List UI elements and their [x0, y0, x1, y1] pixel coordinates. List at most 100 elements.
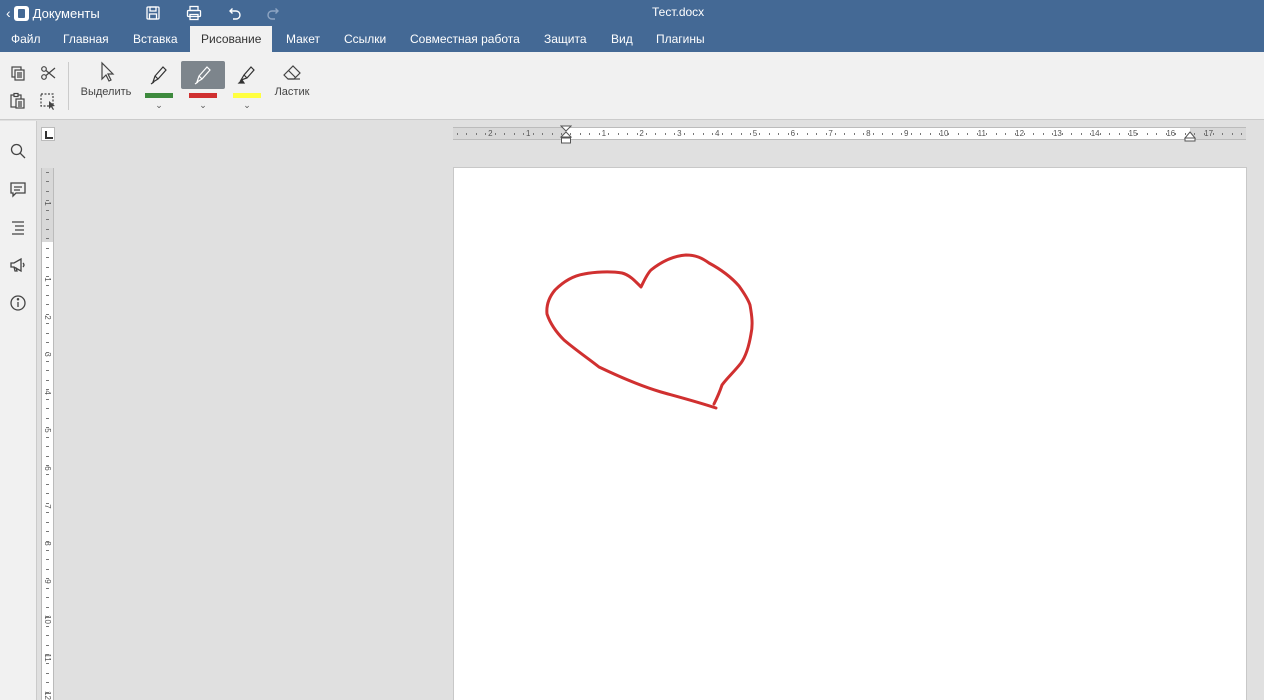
pen-green-button[interactable] [137, 61, 181, 89]
pen-red-button[interactable] [181, 61, 225, 89]
tab-draw[interactable]: Рисование [190, 26, 273, 52]
navigation-icon[interactable] [8, 217, 28, 237]
tab-insert[interactable]: Вставка [122, 26, 189, 52]
select-label: Выделить [80, 86, 132, 98]
ruler-tick [46, 247, 49, 249]
ruler-tick [46, 238, 49, 240]
ruler-tick [46, 370, 49, 372]
ruler-tick [46, 521, 49, 523]
heart-drawing[interactable] [545, 253, 754, 410]
paste-icon[interactable] [8, 91, 28, 111]
ruler-tick [46, 531, 49, 533]
ruler-tick [46, 332, 49, 334]
ruler-tick [46, 379, 49, 381]
ruler-tick [844, 133, 846, 135]
ruler-tick [749, 133, 751, 135]
ruler-tick [768, 133, 770, 135]
pen-green-color-swatch [145, 93, 173, 98]
ruler-tick [1080, 133, 1082, 135]
ruler-tick [46, 389, 49, 391]
tab-file[interactable]: Файл [0, 26, 52, 52]
tab-references[interactable]: Ссылки [333, 26, 397, 52]
ruler-tick [46, 285, 49, 287]
ruler-tick [46, 568, 49, 570]
ruler-tick [835, 133, 836, 135]
drawing-canvas[interactable] [454, 168, 1248, 700]
ruler-tick [46, 228, 49, 230]
comments-icon[interactable] [8, 179, 28, 199]
tab-layout[interactable]: Макет [275, 26, 331, 52]
ruler-tick [46, 294, 49, 296]
ruler-tick [806, 133, 808, 135]
indent-marker-icon[interactable] [560, 125, 572, 145]
ruler-tick [46, 597, 49, 599]
ruler-tick [46, 682, 49, 684]
chevron-down-icon[interactable]: ⌄ [242, 100, 252, 111]
tab-home[interactable]: Главная [52, 26, 120, 52]
announcement-icon[interactable] [8, 255, 28, 275]
ruler-tick [46, 427, 49, 429]
ruler-margin-right [1190, 128, 1246, 139]
eraser-icon [280, 60, 304, 84]
highlighter-yellow-button[interactable] [225, 61, 269, 89]
draw-toolbar: Выделить ⌄ ⌄ ⌄ Ластик [0, 52, 1264, 120]
ruler-tick [46, 455, 49, 457]
ruler-tick [551, 133, 553, 135]
horizontal-ruler[interactable]: 2 1 1 2 3 4 5 6 7 8 9 10 11 12 13 14 15 16 17 [453, 125, 1246, 144]
ruler-tick [542, 133, 544, 135]
pointer-icon [94, 60, 118, 84]
ruler-tick [1071, 133, 1073, 135]
ruler-tick [608, 133, 610, 135]
vertical-ruler[interactable]: 1 1 2 3 4 5 6 7 8 9 10 11 12 [41, 168, 54, 700]
chevron-down-icon[interactable]: ⌄ [198, 100, 208, 111]
ruler-tick [1099, 133, 1101, 135]
ruler-tick [46, 672, 49, 674]
pen-icon [191, 63, 215, 87]
tab-view[interactable]: Вид [600, 26, 644, 52]
tab-protection[interactable]: Защита [533, 26, 598, 52]
ruler-tick [1118, 133, 1120, 135]
ruler-tick [797, 133, 799, 135]
ruler-tick [46, 493, 49, 495]
ruler-tick [46, 323, 49, 325]
ruler-tick [46, 275, 49, 277]
ruler-tick [532, 133, 534, 135]
ruler-tick [46, 361, 49, 362]
ruler-tick [46, 209, 49, 211]
tab-stop-selector[interactable] [41, 127, 55, 141]
pen-icon [147, 63, 171, 87]
copy-icon[interactable] [8, 63, 28, 83]
ruler-tick [485, 133, 487, 135]
ruler-tick [1137, 133, 1139, 135]
ruler-tick [976, 133, 978, 135]
ruler-tick [1109, 133, 1111, 135]
ruler-tick [636, 133, 638, 135]
ruler-tick [1175, 133, 1177, 135]
ruler-tick [853, 133, 855, 135]
ruler-tick [46, 653, 49, 655]
ruler-tick [46, 550, 49, 551]
right-scroll-area[interactable] [1250, 121, 1264, 700]
tab-collaboration[interactable]: Совместная работа [399, 26, 531, 52]
chevron-down-icon[interactable]: ⌄ [154, 100, 164, 111]
ruler-tick [46, 408, 49, 410]
ruler-tick [46, 313, 49, 315]
ruler-tick [1146, 133, 1148, 135]
ruler-tick [957, 133, 959, 135]
ruler-tick [1005, 133, 1007, 135]
select-button[interactable]: Выделить [79, 60, 133, 112]
cut-icon[interactable] [38, 63, 58, 83]
info-icon[interactable] [8, 293, 28, 313]
ruler-tick [986, 133, 988, 135]
document-page[interactable] [453, 167, 1247, 700]
tab-plugins[interactable]: Плагины [645, 26, 716, 52]
right-indent-marker-icon[interactable] [1184, 130, 1196, 142]
ruler-tick [863, 133, 865, 135]
eraser-button[interactable]: Ластик [272, 60, 312, 112]
search-icon[interactable] [8, 141, 28, 161]
ruler-tick [891, 133, 893, 135]
ruler-tick [731, 133, 733, 135]
ruler-tick [1090, 133, 1092, 135]
ruler-tick [46, 540, 49, 542]
select-all-icon[interactable] [38, 91, 58, 111]
